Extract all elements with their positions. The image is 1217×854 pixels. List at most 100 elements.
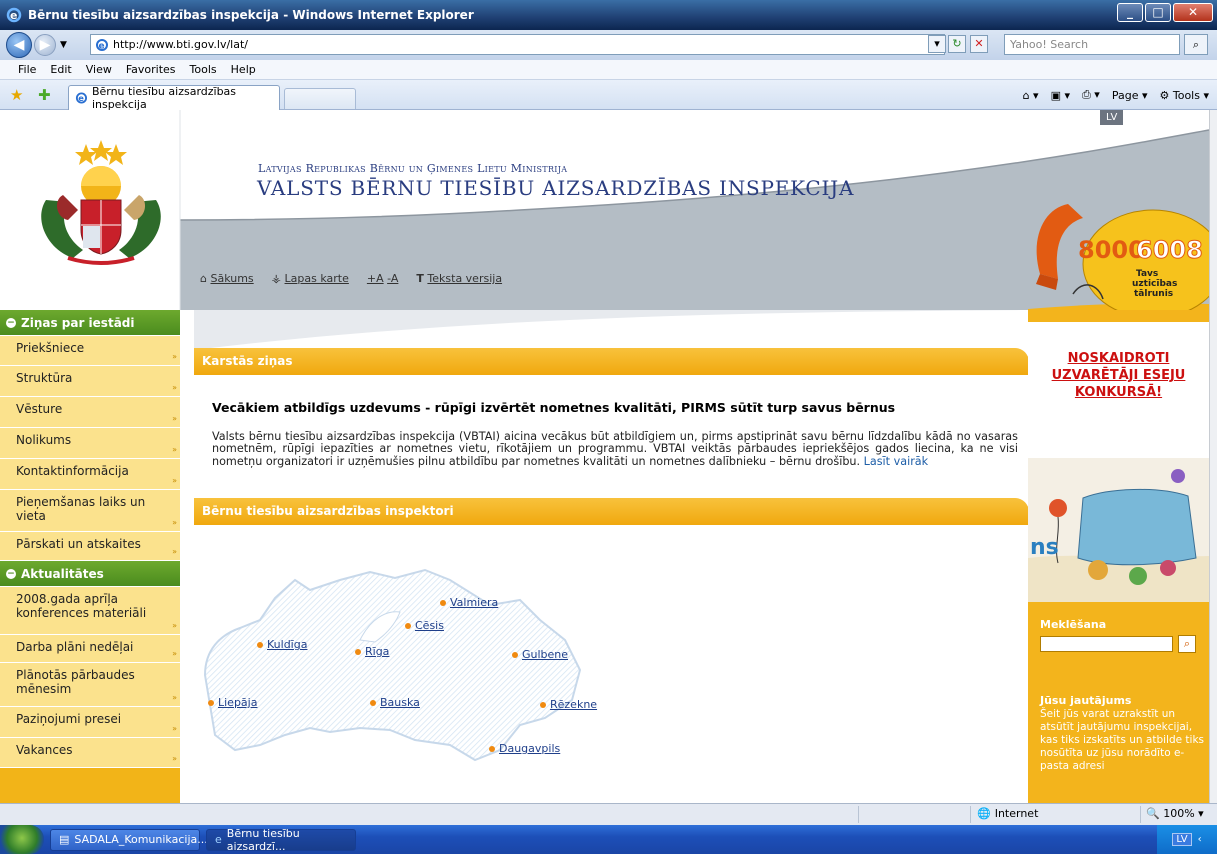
sidebar-section-about[interactable]: − Ziņas par iestādi <box>0 310 180 336</box>
menu-edit[interactable]: Edit <box>50 63 71 76</box>
lang-ru[interactable]: RU <box>1185 110 1209 125</box>
favorites-star-icon[interactable]: ★ <box>10 86 23 104</box>
city-label: Rēzekne <box>550 698 598 711</box>
tools-menu-label: Tools <box>1172 88 1200 102</box>
city-link-bauska[interactable]: Bauska <box>370 696 420 709</box>
add-favorite-icon[interactable]: ✚ <box>38 86 51 104</box>
back-button[interactable]: ◀ <box>6 32 32 58</box>
language-indicator[interactable]: LV <box>1172 833 1192 846</box>
read-more-link[interactable]: Lasīt vairāk <box>864 455 929 468</box>
city-link-riga[interactable]: Rīga <box>355 645 389 658</box>
sidebar-item-nolikums[interactable]: Nolikums <box>0 428 180 459</box>
taskbar-item-browser[interactable]: e Bērnu tiesību aizsardzī... <box>206 827 356 853</box>
city-link-kuldiga[interactable]: Kuldīga <box>257 638 307 651</box>
city-link-gulbene[interactable]: Gulbene <box>512 648 568 661</box>
nav-sitemap[interactable]: ⚶ Lapas karte <box>272 272 349 285</box>
inspectors-header: Bērnu tiesību aizsardzības inspektori <box>194 498 1029 525</box>
sidebar-section-title: Aktualitātes <box>21 566 104 581</box>
sidebar-item-kontakti[interactable]: Kontaktinformācija <box>0 459 180 490</box>
latvia-map: Valmiera Cēsis Kuldīga Rīga Gulbene Liep… <box>200 550 610 765</box>
zoom-control[interactable]: 🔍 100% ▾ <box>1146 807 1204 820</box>
map-pin-icon <box>489 745 495 752</box>
sidebar-item-vesture[interactable]: Vēsture <box>0 397 180 428</box>
city-link-liepaja[interactable]: Liepāja <box>208 696 257 709</box>
url-dropdown-icon[interactable]: ▾ <box>928 35 946 53</box>
page-menu-label: Page <box>1111 88 1139 102</box>
refresh-icon[interactable]: ↻ <box>948 35 966 53</box>
city-label: Kuldīga <box>267 638 308 651</box>
url-text: http://www.bti.gov.lv/lat/ <box>113 38 248 51</box>
search-icon[interactable]: ⌕ <box>1184 34 1208 55</box>
system-tray: LV ‹ <box>1157 825 1217 854</box>
minimize-button[interactable]: _ <box>1117 3 1143 22</box>
stop-icon[interactable]: ✕ <box>970 35 988 53</box>
forward-button[interactable]: ▶ <box>34 34 56 56</box>
lang-lv[interactable]: LV <box>1100 110 1124 125</box>
font-plus-button[interactable]: +A <box>367 272 384 285</box>
menu-file[interactable]: File <box>18 63 36 76</box>
collapse-icon: − <box>6 317 16 328</box>
search-input[interactable]: Yahoo! Search <box>1004 34 1180 55</box>
sidebar-item-pienemsanas-laiks[interactable]: Pieņemšanas laiks un vieta <box>0 490 180 532</box>
city-link-cesis[interactable]: Cēsis <box>405 619 444 632</box>
city-link-daugavpils[interactable]: Daugavpils <box>489 742 560 755</box>
globe-icon: 🌐 <box>977 807 991 820</box>
history-dropdown-icon[interactable]: ▼ <box>60 40 67 50</box>
page-menu[interactable]: Page ▾ <box>1112 89 1148 102</box>
city-link-rezekne[interactable]: Rēzekne <box>540 698 597 711</box>
tools-menu[interactable]: ⚙ Tools ▾ <box>1160 89 1210 102</box>
print-icon[interactable]: ⎙ ▾ <box>1082 88 1100 102</box>
question-title[interactable]: Jūsu jautājums <box>1040 694 1131 707</box>
lang-en[interactable]: EN <box>1141 110 1167 125</box>
menu-help[interactable]: Help <box>231 63 256 76</box>
ie-logo-icon: e <box>6 7 22 23</box>
tab-active[interactable]: e Bērnu tiesību aizsardzības inspekcija <box>68 85 280 111</box>
contest-winners-link[interactable]: NOSKAIDROTI UZVARĒTĀJI ESEJU KONKURSĀ! <box>1028 350 1209 401</box>
status-separator <box>970 806 971 823</box>
web-page: Latvijas Republikas Bērnu un Ģimenes Lie… <box>0 110 1209 803</box>
map-pin-icon <box>405 622 411 629</box>
menu-view[interactable]: View <box>86 63 112 76</box>
menu-favorites[interactable]: Favorites <box>126 63 176 76</box>
security-zone[interactable]: 🌐 Internet <box>977 807 1038 820</box>
svg-text:e: e <box>99 41 105 51</box>
sidebar-item-darba-plani[interactable]: Darba plāni nedēļai <box>0 635 180 663</box>
city-link-valmiera[interactable]: Valmiera <box>440 596 498 609</box>
start-button[interactable] <box>0 825 44 854</box>
new-tab-button[interactable] <box>284 88 356 109</box>
site-search-button[interactable]: ⌕ <box>1178 635 1196 653</box>
sidebar-item-vakances[interactable]: Vakances <box>0 738 180 768</box>
children-drawing-image[interactable]: ns <box>1028 458 1209 602</box>
sidebar-item-planotas-parbaudes[interactable]: Plānotās pārbaudes mēnesim <box>0 663 180 707</box>
maximize-button[interactable]: □ <box>1145 3 1171 22</box>
home-icon[interactable]: ⌂ ▾ <box>1023 89 1039 102</box>
hotline-line2: uzticības <box>1132 279 1177 289</box>
feeds-icon[interactable]: ▣ ▾ <box>1051 89 1070 102</box>
sidebar-item-pazinojumi[interactable]: Paziņojumi presei <box>0 707 180 738</box>
map-pin-icon <box>540 701 546 708</box>
sidebar-item-parskati[interactable]: Pārskati un atskaites <box>0 532 180 561</box>
site-search-label: Meklēšana <box>1040 618 1107 631</box>
tray-expand-icon[interactable]: ‹ <box>1198 834 1202 845</box>
taskbar-item-document[interactable]: ▤ SADALA_Komunikacija... <box>50 828 208 851</box>
sitemap-icon: ⚶ <box>271 272 282 285</box>
menu-tools[interactable]: Tools <box>190 63 217 76</box>
sidebar-item-priekspniece[interactable]: Priekšniece <box>0 336 180 366</box>
site-search-input[interactable] <box>1040 636 1173 652</box>
status-separator <box>858 806 859 823</box>
hotline-banner[interactable]: 8000 6008 Tavs uzticības tālrunis <box>1028 184 1209 319</box>
nav-text-version[interactable]: T Teksta versija <box>416 272 502 285</box>
news-headline[interactable]: Vecākiem atbildīgs uzdevums - rūpīgi izv… <box>212 400 895 415</box>
font-minus-button[interactable]: -A <box>387 272 398 285</box>
sidebar-item-struktura[interactable]: Struktūra <box>0 366 180 397</box>
map-pin-icon <box>355 648 361 655</box>
url-field[interactable]: e http://www.bti.gov.lv/lat/ <box>90 34 945 55</box>
sidebar-section-news[interactable]: − Aktualitātes <box>0 561 180 587</box>
close-button[interactable]: ✕ <box>1173 3 1213 22</box>
window-title: Bērnu tiesību aizsardzības inspekcija - … <box>28 8 474 22</box>
sidebar-item-konference[interactable]: 2008.gada aprīļa konferences materiāli <box>0 587 180 635</box>
vertical-scrollbar[interactable] <box>1209 110 1217 803</box>
nav-home[interactable]: ⌂ Sākums <box>200 272 254 285</box>
svg-text:e: e <box>10 9 17 22</box>
coat-of-arms-logo <box>41 140 161 265</box>
